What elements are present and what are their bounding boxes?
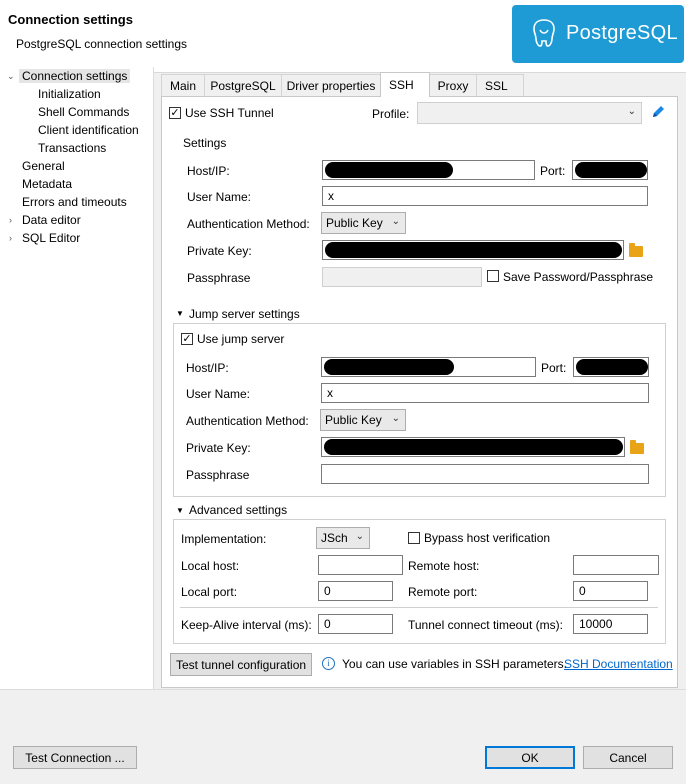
redacted-value bbox=[575, 162, 647, 178]
redacted-value bbox=[325, 242, 622, 258]
ssh-documentation-link[interactable]: SSH Documentation bbox=[564, 657, 673, 671]
redacted-value bbox=[324, 359, 454, 375]
jump-server-group-title[interactable]: Jump server settings bbox=[189, 307, 300, 321]
sidebar-item-errors-and-timeouts[interactable]: Errors and timeouts bbox=[22, 195, 127, 209]
chevron-right-icon[interactable]: › bbox=[9, 215, 12, 225]
local-host-input[interactable] bbox=[318, 555, 403, 575]
redacted-value bbox=[325, 162, 453, 178]
implementation-select[interactable]: JSch ⌄ bbox=[316, 527, 370, 549]
edit-pencil-icon[interactable] bbox=[651, 105, 665, 119]
postgresql-logo: PostgreSQL bbox=[512, 5, 684, 63]
info-icon: i bbox=[322, 657, 335, 670]
local-host-label: Local host: bbox=[181, 559, 240, 573]
collapse-triangle-icon[interactable]: ▼ bbox=[176, 506, 184, 515]
folder-icon[interactable] bbox=[630, 440, 644, 454]
elephant-icon bbox=[533, 19, 555, 47]
use-jump-server-label: Use jump server bbox=[197, 332, 285, 346]
bypass-host-verification-label: Bypass host verification bbox=[424, 531, 551, 545]
dialog-subtitle: PostgreSQL connection settings bbox=[16, 37, 187, 51]
save-passphrase-checkbox[interactable] bbox=[487, 270, 499, 282]
implementation-value: JSch bbox=[321, 531, 348, 545]
ssh-private-key-label: Private Key: bbox=[187, 244, 252, 258]
profile-label: Profile: bbox=[372, 107, 410, 121]
profile-select[interactable]: ⌄ bbox=[417, 102, 642, 124]
ssh-port-label: Port: bbox=[540, 164, 566, 178]
jump-passphrase-label: Passphrase bbox=[186, 468, 250, 482]
chevron-down-icon: ⌄ bbox=[627, 106, 636, 117]
jump-user-input[interactable]: x bbox=[321, 383, 649, 403]
local-port-label: Local port: bbox=[181, 585, 238, 599]
sidebar-item-sql-editor[interactable]: SQL Editor bbox=[22, 231, 80, 245]
chevron-right-icon[interactable]: › bbox=[9, 233, 12, 243]
tab-driver-properties[interactable]: Driver properties bbox=[281, 74, 381, 96]
remote-host-label: Remote host: bbox=[408, 559, 480, 573]
sidebar-item-connection-settings[interactable]: Connection settings bbox=[19, 69, 131, 83]
separator bbox=[180, 607, 658, 608]
ssh-host-label: Host/IP: bbox=[187, 164, 230, 178]
dialog-header: Connection settings PostgreSQL connectio… bbox=[0, 0, 686, 73]
logo-text: PostgreSQL bbox=[566, 22, 678, 44]
keepalive-label: Keep-Alive interval (ms): bbox=[181, 618, 312, 632]
tab-main[interactable]: Main bbox=[161, 74, 205, 96]
sidebar-item-shell-commands[interactable]: Shell Commands bbox=[38, 105, 129, 119]
settings-sidebar: ⌄ Connection settings Initialization She… bbox=[0, 67, 154, 689]
collapse-triangle-icon[interactable]: ▼ bbox=[176, 309, 184, 318]
ssh-user-label: User Name: bbox=[187, 190, 252, 204]
ssh-passphrase-input[interactable] bbox=[322, 267, 482, 287]
remote-port-label: Remote port: bbox=[408, 585, 478, 599]
jump-host-label: Host/IP: bbox=[186, 361, 229, 375]
sidebar-item-client-identification[interactable]: Client identification bbox=[38, 123, 139, 137]
tab-proxy[interactable]: Proxy bbox=[429, 74, 477, 96]
advanced-settings-group-title[interactable]: Advanced settings bbox=[189, 503, 287, 517]
chevron-down-icon: ⌄ bbox=[355, 531, 364, 542]
ssh-auth-method-select[interactable]: Public Key ⌄ bbox=[321, 212, 406, 234]
use-jump-server-checkbox[interactable]: ✓ bbox=[181, 333, 193, 345]
tab-ssl[interactable]: SSL bbox=[476, 74, 524, 96]
ssh-user-input[interactable]: x bbox=[322, 186, 648, 206]
jump-auth-method-value: Public Key bbox=[325, 413, 382, 427]
sidebar-item-data-editor[interactable]: Data editor bbox=[22, 213, 81, 227]
sidebar-item-metadata[interactable]: Metadata bbox=[22, 177, 72, 191]
jump-port-label: Port: bbox=[541, 361, 567, 375]
redacted-value bbox=[324, 439, 623, 455]
chevron-down-icon: ⌄ bbox=[391, 216, 400, 227]
implementation-label: Implementation: bbox=[181, 532, 267, 546]
tunnel-timeout-input[interactable]: 10000 bbox=[573, 614, 648, 634]
remote-host-input[interactable] bbox=[573, 555, 659, 575]
use-ssh-tunnel-label: Use SSH Tunnel bbox=[185, 106, 274, 120]
test-connection-button[interactable]: Test Connection ... bbox=[13, 746, 137, 769]
cancel-button[interactable]: Cancel bbox=[583, 746, 673, 769]
local-port-input[interactable]: 0 bbox=[318, 581, 393, 601]
tab-ssh[interactable]: SSH bbox=[380, 72, 430, 97]
folder-icon[interactable] bbox=[629, 243, 643, 257]
remote-port-input[interactable]: 0 bbox=[573, 581, 648, 601]
keepalive-input[interactable]: 0 bbox=[318, 614, 393, 634]
bypass-host-verification-checkbox[interactable] bbox=[408, 532, 420, 544]
footer-separator bbox=[0, 689, 686, 690]
save-passphrase-label: Save Password/Passphrase bbox=[503, 270, 654, 284]
jump-private-key-label: Private Key: bbox=[186, 441, 251, 455]
redacted-value bbox=[576, 359, 648, 375]
sidebar-item-transactions[interactable]: Transactions bbox=[38, 141, 106, 155]
dialog-title: Connection settings bbox=[8, 12, 133, 27]
use-ssh-tunnel-checkbox[interactable]: ✓ bbox=[169, 107, 181, 119]
chevron-down-icon[interactable]: ⌄ bbox=[7, 71, 15, 82]
jump-auth-method-label: Authentication Method: bbox=[186, 414, 309, 428]
ok-button[interactable]: OK bbox=[485, 746, 575, 769]
sidebar-item-general[interactable]: General bbox=[22, 159, 65, 173]
chevron-down-icon: ⌄ bbox=[391, 413, 400, 424]
sidebar-item-initialization[interactable]: Initialization bbox=[38, 87, 101, 101]
jump-auth-method-select[interactable]: Public Key ⌄ bbox=[320, 409, 406, 431]
jump-passphrase-input[interactable] bbox=[321, 464, 649, 484]
test-tunnel-button[interactable]: Test tunnel configuration bbox=[170, 653, 312, 676]
tab-postgresql[interactable]: PostgreSQL bbox=[204, 74, 282, 96]
ssh-info-text: You can use variables in SSH parameters. bbox=[342, 657, 568, 671]
jump-user-label: User Name: bbox=[186, 387, 251, 401]
tunnel-timeout-label: Tunnel connect timeout (ms): bbox=[408, 618, 563, 632]
ssh-passphrase-label: Passphrase bbox=[187, 271, 251, 285]
ssh-auth-method-label: Authentication Method: bbox=[187, 217, 310, 231]
ssh-auth-method-value: Public Key bbox=[326, 216, 383, 230]
